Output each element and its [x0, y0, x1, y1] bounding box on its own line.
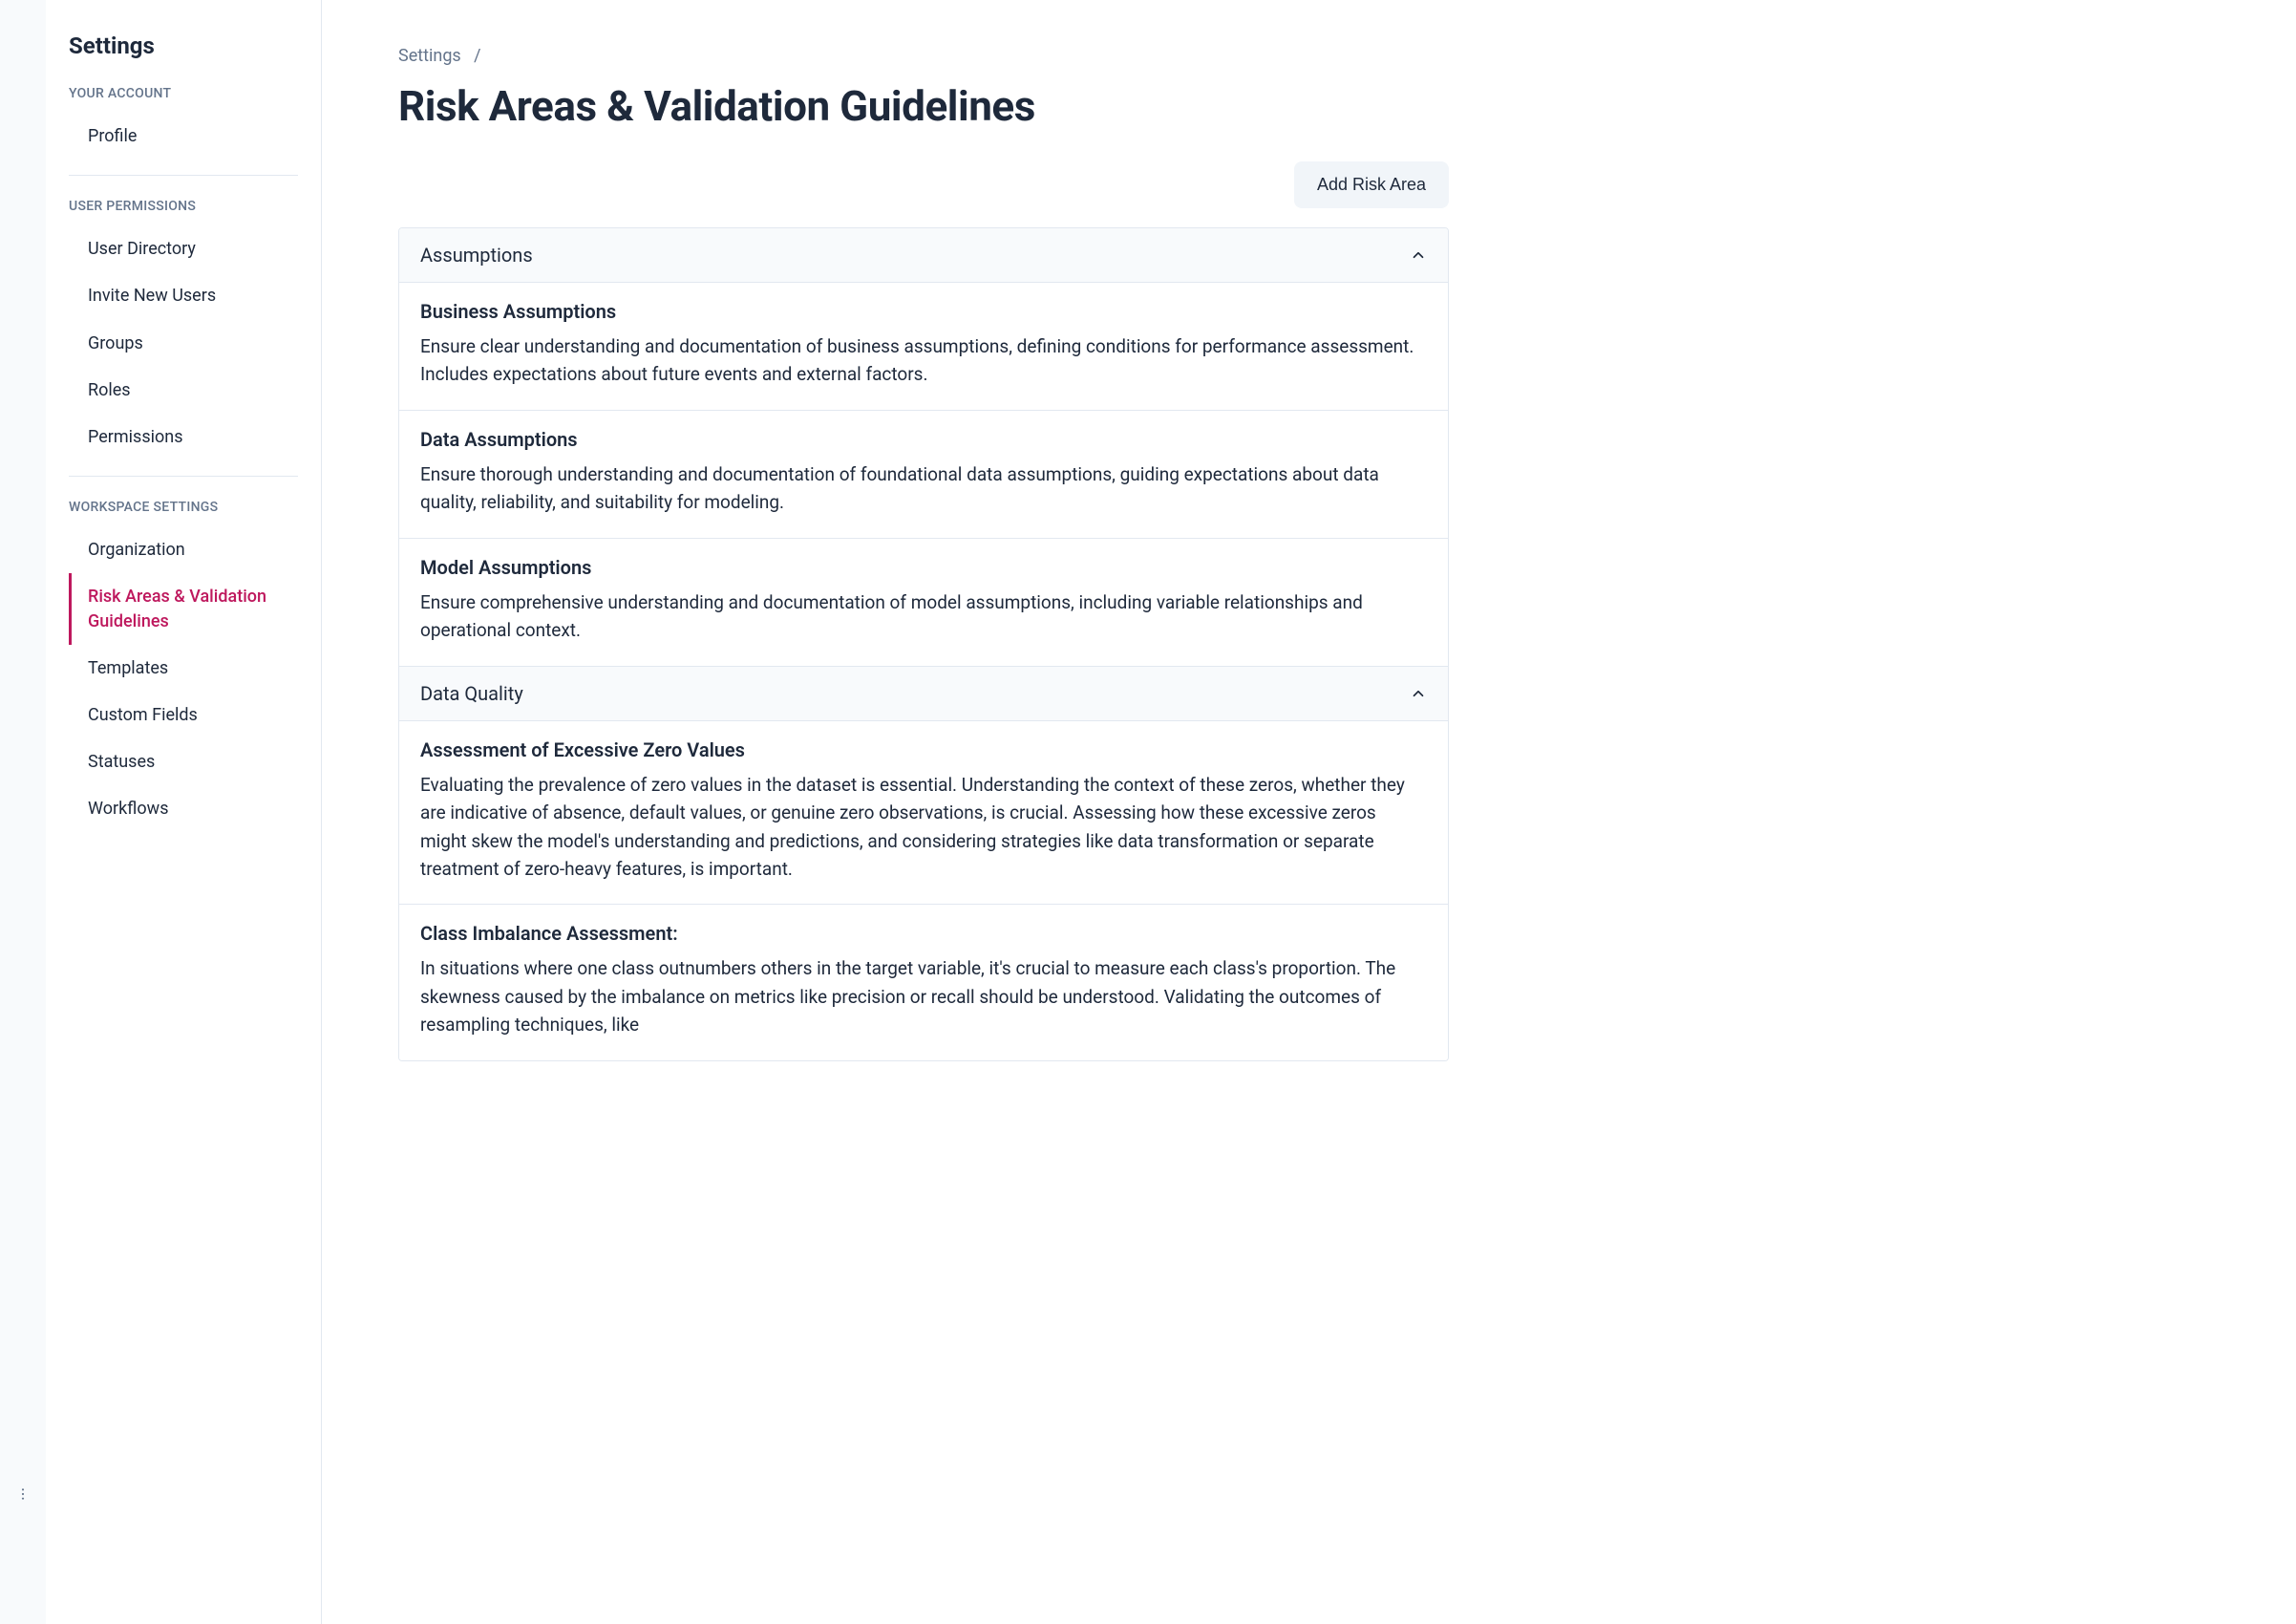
accordion-section-data-quality: Data Quality Assessment of Excessive Zer…	[399, 666, 1448, 1060]
guideline-desc: Ensure comprehensive understanding and d…	[420, 588, 1427, 645]
sidebar-item-templates[interactable]: Templates	[69, 645, 298, 692]
accordion-header-assumptions[interactable]: Assumptions	[399, 228, 1448, 282]
sidebar-item-roles[interactable]: Roles	[69, 367, 298, 414]
sidebar-section-your-account: YOUR ACCOUNT Profile	[69, 86, 298, 160]
sidebar-item-permissions[interactable]: Permissions	[69, 414, 298, 460]
section-label: USER PERMISSIONS	[69, 199, 298, 214]
guideline-title: Model Assumptions	[420, 556, 1427, 579]
sidebar-item-custom-fields[interactable]: Custom Fields	[69, 692, 298, 738]
sidebar-item-user-directory[interactable]: User Directory	[69, 225, 298, 272]
risk-areas-accordion: Assumptions Business Assumptions Ensure …	[398, 227, 1449, 1061]
sidebar-item-workflows[interactable]: Workflows	[69, 785, 298, 832]
add-risk-area-button[interactable]: Add Risk Area	[1294, 161, 1449, 208]
settings-sidebar: Settings YOUR ACCOUNT Profile USER PERMI…	[46, 0, 322, 1624]
divider	[69, 175, 298, 176]
accordion-section-assumptions: Assumptions Business Assumptions Ensure …	[399, 228, 1448, 666]
section-label: WORKSPACE SETTINGS	[69, 500, 298, 515]
guideline-desc: Evaluating the prevalence of zero values…	[420, 771, 1427, 884]
guideline-item: Model Assumptions Ensure comprehensive u…	[399, 538, 1448, 666]
more-vertical-icon[interactable]	[8, 1479, 38, 1509]
guideline-desc: Ensure thorough understanding and docume…	[420, 460, 1427, 517]
left-rail	[0, 0, 46, 1624]
sidebar-item-groups[interactable]: Groups	[69, 320, 298, 367]
guideline-title: Class Imbalance Assessment:	[420, 922, 1427, 945]
guideline-item: Assessment of Excessive Zero Values Eval…	[399, 720, 1448, 905]
guideline-desc: Ensure clear understanding and documenta…	[420, 332, 1427, 389]
guideline-item: Class Imbalance Assessment: In situation…	[399, 904, 1448, 1059]
sidebar-item-statuses[interactable]: Statuses	[69, 738, 298, 785]
sidebar-section-workspace-settings: WORKSPACE SETTINGS Organization Risk Are…	[69, 500, 298, 832]
section-label: YOUR ACCOUNT	[69, 86, 298, 101]
page-title: Risk Areas & Validation Guidelines	[398, 81, 1449, 131]
chevron-up-icon	[1410, 685, 1427, 702]
sidebar-item-profile[interactable]: Profile	[69, 113, 298, 160]
sidebar-section-user-permissions: USER PERMISSIONS User Directory Invite N…	[69, 199, 298, 460]
accordion-body: Business Assumptions Ensure clear unders…	[399, 282, 1448, 666]
main-content: Settings / Risk Areas & Validation Guide…	[322, 0, 2296, 1624]
chevron-up-icon	[1410, 246, 1427, 264]
sidebar-item-risk-areas[interactable]: Risk Areas & Validation Guidelines	[69, 573, 298, 644]
breadcrumb-separator: /	[474, 46, 480, 66]
sidebar-item-invite-new-users[interactable]: Invite New Users	[69, 272, 298, 319]
divider	[69, 476, 298, 477]
guideline-title: Business Assumptions	[420, 300, 1427, 323]
sidebar-item-organization[interactable]: Organization	[69, 526, 298, 573]
breadcrumb-parent[interactable]: Settings	[398, 46, 461, 66]
breadcrumb: Settings /	[398, 46, 1449, 66]
accordion-title: Assumptions	[420, 244, 533, 267]
guideline-desc: In situations where one class outnumbers…	[420, 954, 1427, 1038]
accordion-header-data-quality[interactable]: Data Quality	[399, 666, 1448, 720]
guideline-item: Business Assumptions Ensure clear unders…	[399, 282, 1448, 410]
accordion-title: Data Quality	[420, 682, 523, 705]
guideline-title: Assessment of Excessive Zero Values	[420, 738, 1427, 761]
sidebar-title: Settings	[69, 32, 298, 59]
guideline-title: Data Assumptions	[420, 428, 1427, 451]
guideline-item: Data Assumptions Ensure thorough underst…	[399, 410, 1448, 538]
toolbar: Add Risk Area	[398, 161, 1449, 208]
accordion-body: Assessment of Excessive Zero Values Eval…	[399, 720, 1448, 1060]
